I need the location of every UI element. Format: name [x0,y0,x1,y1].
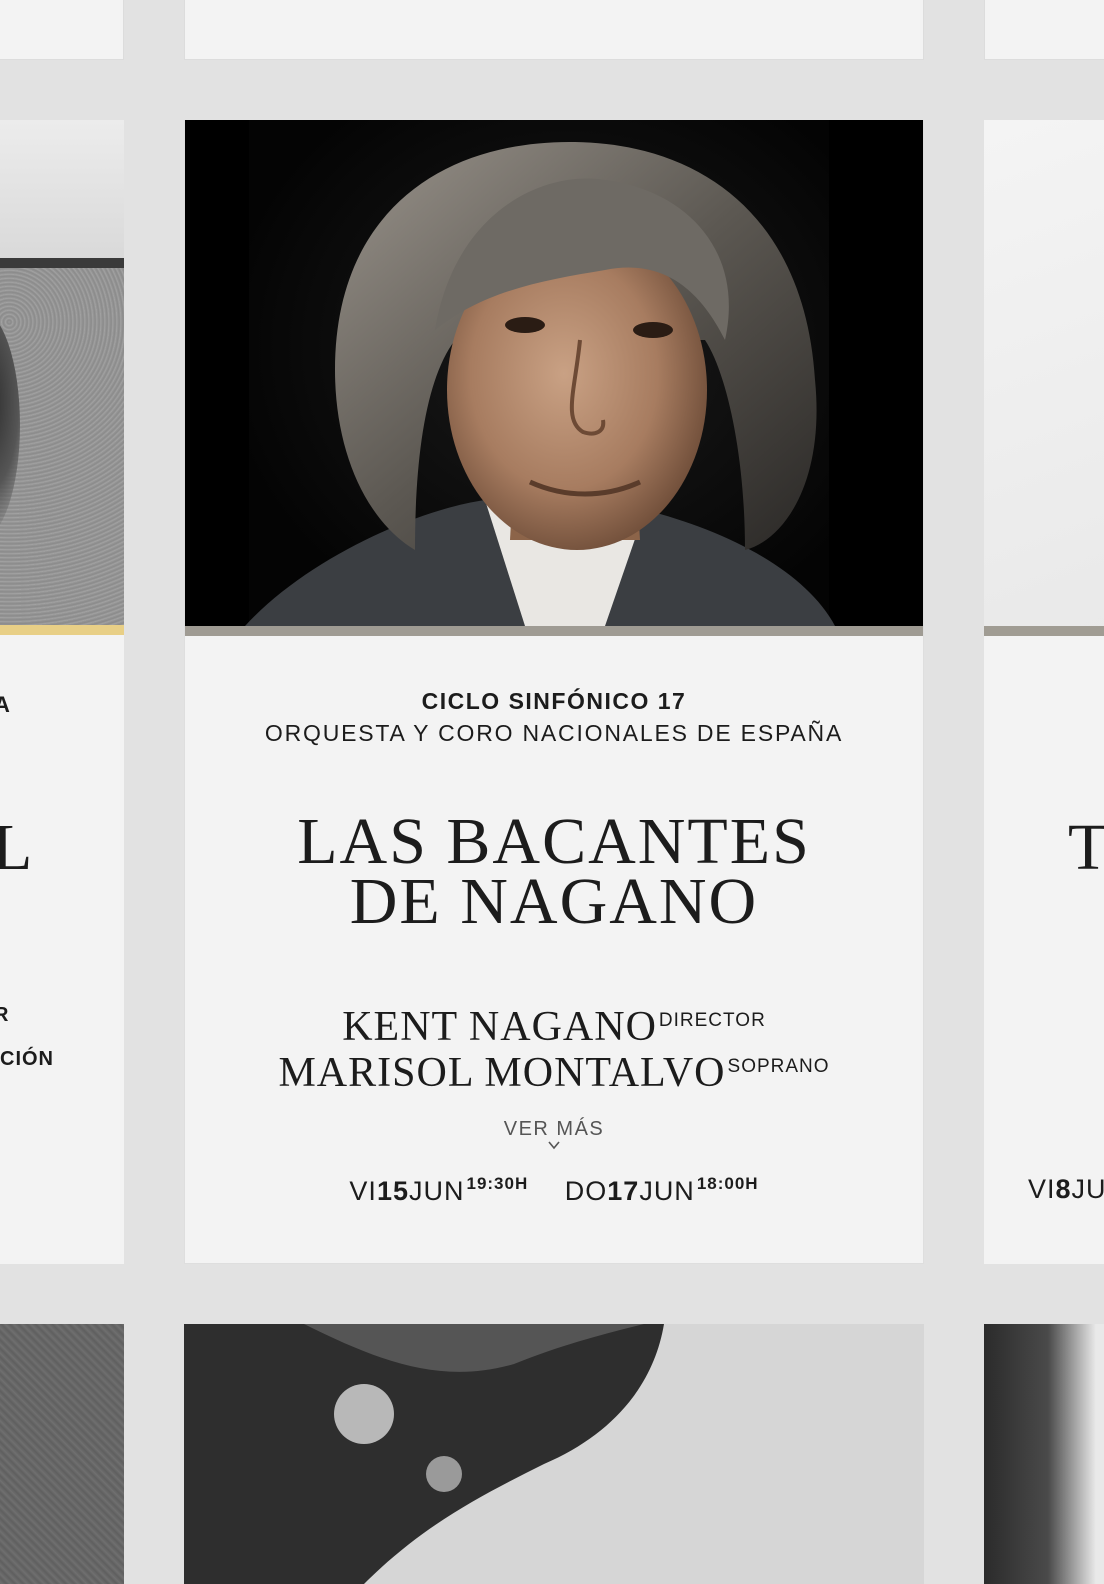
right-card-date-fragment: VI8JU [1028,1174,1104,1205]
tree-photo [184,1324,924,1584]
card-bottom-right[interactable] [984,1324,1104,1584]
date-month: JUN [639,1176,695,1206]
date-weekday: VI [349,1176,377,1206]
event-dates: VI15JUN 19:30H DO17JUN 18:00H [185,1174,923,1207]
card-top-right[interactable] [984,0,1104,60]
chevron-down-icon [548,1141,560,1150]
left-card-title-fragment: L [0,811,33,884]
event-info: CICLO SINFÓNICO 17 ORQUESTA Y CORO NACIO… [185,636,923,1263]
left-card-cycle-fragment: A [0,692,10,717]
performer-list: KENT NAGANO DIRECTOR MARISOL MONTALVO SOPR… [185,1004,923,1096]
left-card-photo [0,120,124,625]
performer-name: KENT NAGANO [342,1004,657,1050]
card-top-left[interactable] [0,0,124,60]
ver-mas-button[interactable]: VER MÁS [185,1118,923,1153]
date-day-number: 15 [376,1176,409,1206]
event-date[interactable]: DO17JUN 18:00H [564,1174,759,1207]
event-date[interactable]: VI15JUN 19:30H [349,1174,529,1207]
date-month: JUN [408,1176,465,1206]
right-card-accent-bar [984,626,1104,636]
left-card-line-fragment: CIÓN [0,1048,54,1070]
date-day-number: 8 [1055,1174,1072,1204]
card-top-center[interactable] [184,0,924,60]
event-ensemble: ORQUESTA Y CORO NACIONALES DE ESPAÑA [264,720,844,746]
performer-role: SOPRANO [727,1056,830,1077]
photo-ledge [0,258,124,268]
date-time: 18:00H [696,1174,759,1193]
photo-shadow [0,310,20,540]
card-right[interactable]: T VI8JU [984,120,1104,1264]
featured-photo [185,120,923,626]
photo-sky [0,120,124,260]
left-card-accent-bar [0,625,124,635]
date-month: JU [1071,1174,1104,1204]
featured-accent-bar [185,626,923,636]
performer-name: MARISOL MONTALVO [278,1050,726,1096]
date-weekday: DO [564,1176,608,1206]
performer: MARISOL MONTALVO SOPRANO [185,1050,923,1096]
event-title[interactable]: LAS BACANTES DE NAGANO [185,805,923,938]
featured-event-card[interactable]: CICLO SINFÓNICO 17 ORQUESTA Y CORO NACIO… [184,120,924,1264]
ver-mas-label: VER MÁS [503,1118,605,1140]
event-cycle: CICLO SINFÓNICO 17 [421,688,687,714]
right-card-title-fragment: T [1068,811,1104,884]
card-bottom-left[interactable] [0,1324,124,1584]
performer-role: DIRECTOR [658,1010,766,1031]
left-card-line-fragment: R [0,1004,9,1026]
card-left[interactable]: A L R CIÓN [0,120,124,1264]
event-title-line: DE NAGANO [349,865,759,938]
card-bottom-center[interactable] [184,1324,924,1584]
event-title-line: LAS BACANTES [297,805,811,878]
portrait-photo [185,120,923,626]
performer: KENT NAGANO DIRECTOR [185,1004,923,1050]
date-day-number: 17 [607,1176,640,1206]
date-time: 19:30H [466,1174,529,1193]
date-weekday: VI [1028,1174,1056,1204]
right-card-photo [984,120,1104,626]
